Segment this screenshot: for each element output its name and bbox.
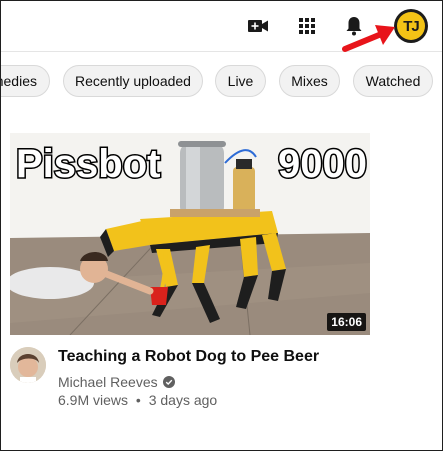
channel-avatar-image [10, 347, 46, 383]
apps-button[interactable] [291, 10, 323, 42]
video-duration-badge: 16:06 [327, 313, 366, 331]
video-thumbnail[interactable]: Pissbot 9000 16:06 [10, 133, 370, 335]
chip-live[interactable]: Live [215, 65, 266, 97]
annotation-arrow-icon [342, 25, 395, 52]
chip-label: medies [1, 73, 37, 89]
thumbnail-title-right: 9000 [278, 142, 367, 186]
channel-avatar[interactable] [10, 347, 46, 383]
chip-watched[interactable]: Watched [353, 65, 433, 97]
thumbnail-title-left: Pissbot [16, 142, 160, 186]
meta-separator: • [135, 392, 141, 408]
verified-check-icon [162, 376, 175, 388]
video-meta: 6.9M views • 3 days ago [58, 391, 217, 409]
chip-label: Live [227, 73, 254, 89]
chip-label: Recently uploaded [75, 73, 191, 89]
youtube-home-window: TJ medies Recently uploaded Live Mixes W… [0, 0, 443, 451]
thumbnail-image: Pissbot 9000 [10, 133, 370, 335]
chip-comedies[interactable]: medies [1, 65, 50, 97]
chip-recently-uploaded[interactable]: Recently uploaded [63, 65, 203, 97]
view-count: 6.9M views [58, 392, 129, 408]
video-title[interactable]: Teaching a Robot Dog to Pee Beer [58, 347, 358, 367]
upload-age: 3 days ago [148, 392, 218, 408]
channel-name[interactable]: Michael Reeves [58, 373, 158, 391]
create-video-icon [248, 20, 268, 32]
filter-chips-bar: medies Recently uploaded Live Mixes Watc… [1, 52, 442, 108]
chip-label: Watched [365, 73, 421, 89]
channel-name-row: Michael Reeves [58, 373, 175, 391]
chip-mixes[interactable]: Mixes [279, 65, 340, 97]
chip-label: Mixes [291, 73, 328, 89]
apps-grid-icon [299, 18, 315, 34]
account-avatar-initials: TJ [397, 12, 425, 40]
create-video-button[interactable] [242, 10, 274, 42]
